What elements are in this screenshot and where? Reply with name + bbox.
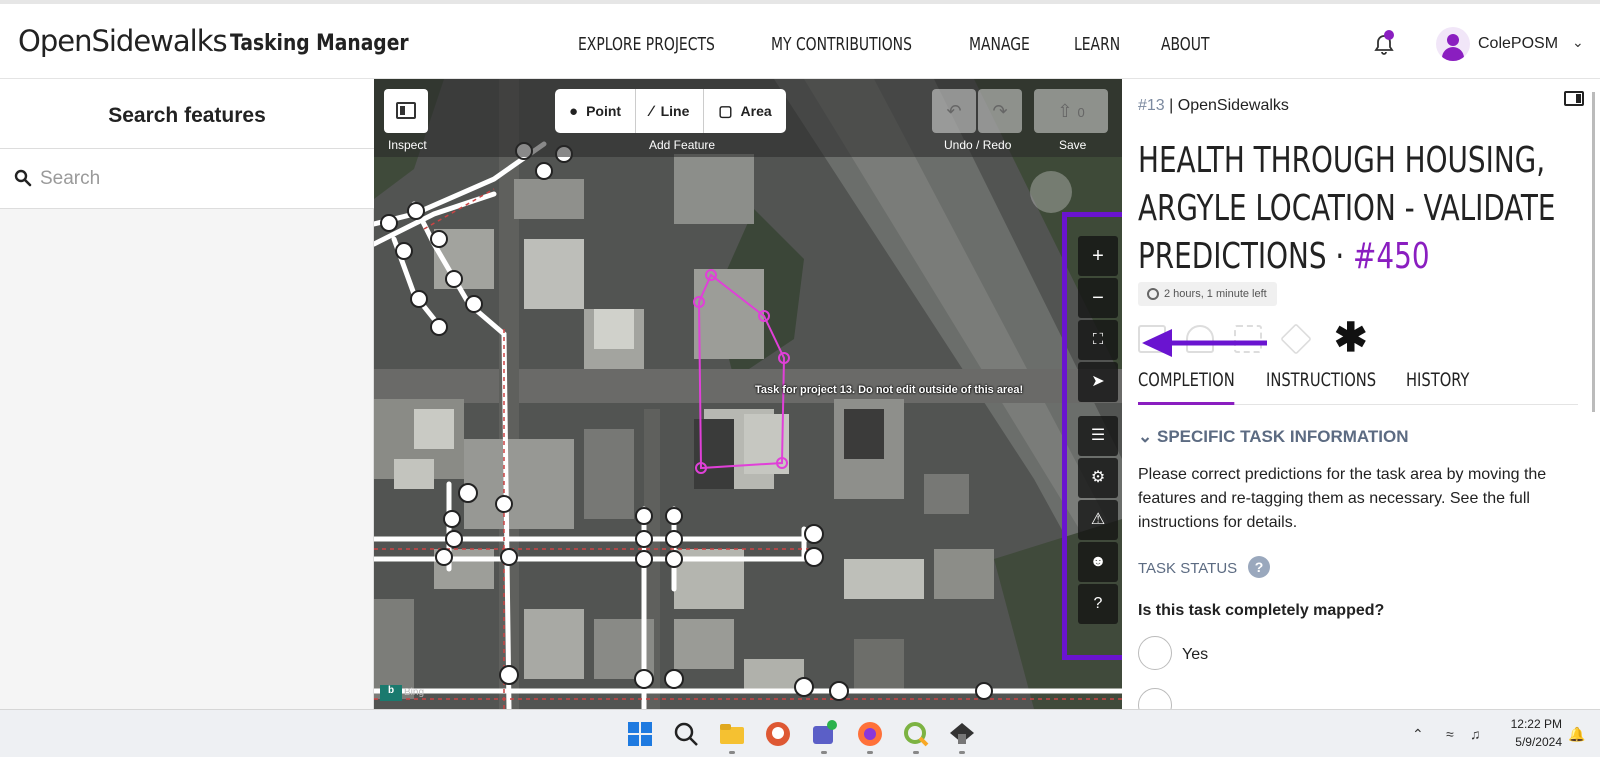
taskbar-date[interactable]: 5/9/2024 [1502,735,1562,749]
top-navbar: OpenSidewalks Tasking Manager EXPLORE PR… [0,0,1600,79]
map-editor[interactable]: Inspect ● Point ∕ Line ▢ Area Add Feature ↶… [374,79,1122,709]
duckduckgo-icon[interactable] [764,720,792,748]
search-features-title: Search features [0,79,374,149]
task-number: #450 [1353,236,1430,277]
save-count: 0 [1077,105,1085,120]
area-label: Area [740,103,772,119]
app-icon[interactable] [948,720,976,748]
sidebar-toggle-icon [396,102,416,119]
chevron-down-icon: ⌄ [1138,427,1153,446]
undo-button[interactable]: ↶ [932,89,976,133]
running-indicator [729,751,735,754]
imagery-attribution: Bing [404,687,425,698]
specific-task-info-toggle[interactable]: ⌄ SPECIFIC TASK INFORMATION [1138,427,1409,447]
time-left-badge: 2 hours, 1 minute left [1138,282,1277,306]
tab-history[interactable]: HISTORY [1406,369,1469,405]
task-tabs: COMPLETION INSTRUCTIONS HISTORY [1138,369,1578,405]
project-org: OpenSidewalks [1177,97,1289,114]
project-number[interactable]: #13 [1138,97,1165,114]
notifications-icon[interactable]: 🔔 [1568,726,1585,743]
username[interactable]: ColePOSM [1478,35,1558,53]
wifi-icon[interactable]: ≈ [1446,726,1454,742]
bing-logo: b [380,685,402,701]
nav-about[interactable]: ABOUT [1161,34,1209,55]
add-line-button[interactable]: ∕ Line [636,89,705,133]
notification-dot [1384,30,1394,40]
tab-instructions[interactable]: INSTRUCTIONS [1266,369,1376,405]
running-indicator [867,751,873,754]
arrow-left-annotation [1142,329,1267,357]
task-panel: #13 | OpenSidewalks HEALTH THROUGH HOUSI… [1122,79,1600,709]
add-point-button[interactable]: ● Point [555,89,637,133]
time-left: 2 hours, 1 minute left [1164,288,1267,300]
crossing-icon [1280,323,1312,355]
task-title: HEALTH THROUGH HOUSING, ARGYLE LOCATION … [1138,140,1556,277]
save-label: Save [1059,138,1087,152]
taskbar-time[interactable]: 12:22 PM [1502,717,1562,731]
nav-manage[interactable]: MANAGE [969,34,1030,55]
add-area-button[interactable]: ▢ Area [704,89,785,133]
nav-learn[interactable]: LEARN [1074,34,1120,55]
firefox-icon[interactable] [856,720,884,748]
tab-completion[interactable]: COMPLETION [1138,369,1235,405]
section-title: SPECIFIC TASK INFORMATION [1156,427,1409,446]
redo-button[interactable]: ↷ [978,89,1022,133]
running-indicator [821,751,827,754]
inspect-label: Inspect [388,138,427,152]
add-feature-group: ● Point ∕ Line ▢ Area [555,89,786,133]
file-explorer-icon[interactable] [718,720,746,748]
qgis-icon[interactable] [902,720,930,748]
clock-icon [1147,288,1159,300]
main-nav: EXPLORE PROJECTS MY CONTRIBUTIONS MANAGE… [578,34,1252,55]
point-label: Point [586,103,622,119]
search-icon[interactable] [672,720,700,748]
running-indicator [913,751,919,754]
task-status-label: TASK STATUS [1138,560,1238,577]
nav-explore-projects[interactable]: EXPLORE PROJECTS [578,34,715,55]
mapped-question: Is this task completely mapped? [1138,602,1385,619]
windows-start-icon[interactable] [626,720,654,748]
project-title: HEALTH THROUGH HOUSING, ARGYLE LOCATION … [1138,140,1556,277]
nav-my-contributions[interactable]: MY CONTRIBUTIONS [771,34,912,55]
opensidewalks-logo[interactable]: OpenSidewalks [18,24,228,58]
search-icon [14,169,32,187]
save-button[interactable]: ⇧ 0 [1034,89,1108,133]
redo-icon: ↷ [992,101,1008,121]
inspect-button[interactable] [384,89,428,133]
map-pin-icon: ● [569,102,579,120]
undo-redo-label: Undo / Redo [944,138,1012,152]
avatar[interactable] [1436,27,1470,61]
windows-taskbar: ⌃ ≈ ♫ 12:22 PM 5/9/2024 🔔 [0,709,1600,757]
radio-no[interactable] [1138,688,1172,709]
app-name: Tasking Manager [230,31,409,56]
add-feature-label: Add Feature [649,138,716,152]
help-circle-icon[interactable]: ? [1248,556,1270,578]
area-icon: ▢ [718,103,733,120]
line-label: Line [660,103,690,119]
upload-icon: ⇧ [1057,101,1073,121]
search-box [0,149,374,209]
chevron-up-icon[interactable]: ⌃ [1412,726,1424,743]
scrollbar[interactable] [1592,92,1595,412]
asterisk-annotation: ✱ [1334,316,1368,360]
radio-yes[interactable] [1138,636,1172,670]
map-toolbar: Inspect ● Point ∕ Line ▢ Area Add Feature ↶… [374,79,1122,157]
chevron-down-icon[interactable]: ⌄ [1572,34,1584,51]
running-indicator [959,751,965,754]
line-icon: ∕ [650,102,653,120]
radio-yes-label[interactable]: Yes [1182,646,1208,664]
teams-icon[interactable] [810,720,838,748]
feature-search-panel: Search features [0,79,374,709]
task-area-label: Task for project 13. Do not edit outside… [755,384,1024,396]
map-cursor [1030,171,1072,213]
volume-icon[interactable]: ♫ [1470,726,1481,742]
undo-icon: ↶ [946,101,962,121]
collapse-panel-icon[interactable] [1564,91,1584,106]
search-input[interactable] [40,163,360,195]
project-ref: #13 | OpenSidewalks [1138,97,1289,114]
task-description: Please correct predictions for the task … [1138,466,1547,531]
